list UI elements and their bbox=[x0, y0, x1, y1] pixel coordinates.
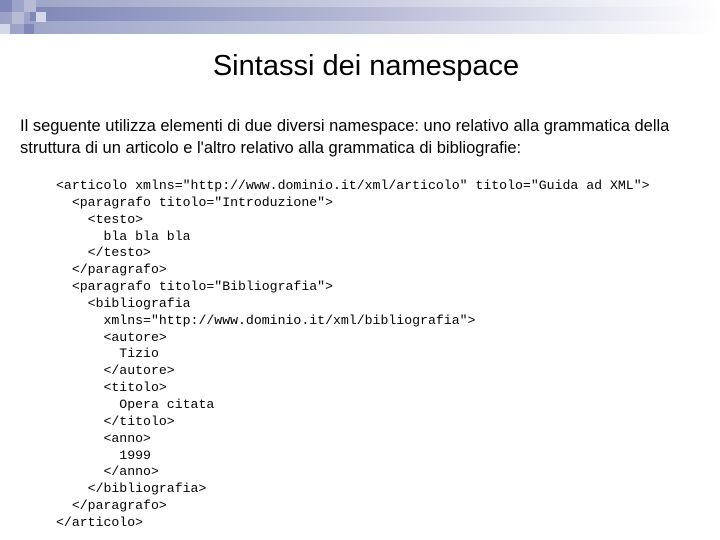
decorative-square bbox=[24, 0, 36, 12]
decorative-square bbox=[24, 24, 34, 34]
decorative-square bbox=[0, 0, 12, 12]
code-line: </paragrafo> bbox=[56, 498, 167, 514]
code-line: </autore> bbox=[56, 363, 175, 379]
decorative-square bbox=[36, 12, 46, 22]
code-line: </titolo> bbox=[56, 413, 175, 429]
code-line: Tizio bbox=[56, 346, 159, 362]
code-line: <paragrafo titolo="Bibliografia"> bbox=[56, 279, 333, 295]
code-line: xmlns="http://www.dominio.it/xml/bibliog… bbox=[56, 312, 476, 328]
header-decoration-strip bbox=[30, 7, 720, 21]
intro-paragraph: Il seguente utilizza elementi di due div… bbox=[20, 117, 670, 157]
xml-code-block: <articolo xmlns="http://www.dominio.it/x… bbox=[56, 178, 650, 532]
code-line: <bibliografia bbox=[56, 295, 191, 311]
code-line: </anno> bbox=[56, 464, 159, 480]
code-line: <autore> bbox=[56, 329, 167, 345]
code-line: </paragrafo> bbox=[56, 262, 167, 278]
header-decoration-band bbox=[0, 0, 720, 34]
code-line: <anno> bbox=[56, 430, 151, 446]
code-line: </testo> bbox=[56, 245, 151, 261]
code-line: <testo> bbox=[56, 211, 144, 227]
code-line: bla bla bla bbox=[56, 228, 191, 244]
decorative-square bbox=[0, 24, 10, 34]
code-line: <paragrafo titolo="Introduzione"> bbox=[56, 194, 333, 210]
code-line: <articolo xmlns="http://www.dominio.it/x… bbox=[56, 178, 650, 193]
code-line: 1999 bbox=[56, 447, 151, 463]
code-line: </bibliografia> bbox=[56, 481, 207, 497]
decorative-square bbox=[12, 12, 24, 24]
code-line: </articolo> bbox=[56, 514, 144, 530]
slide-title: Sintassi dei namespace bbox=[212, 50, 520, 82]
code-line: <titolo> bbox=[56, 380, 167, 396]
code-line: Opera citata bbox=[56, 396, 215, 412]
